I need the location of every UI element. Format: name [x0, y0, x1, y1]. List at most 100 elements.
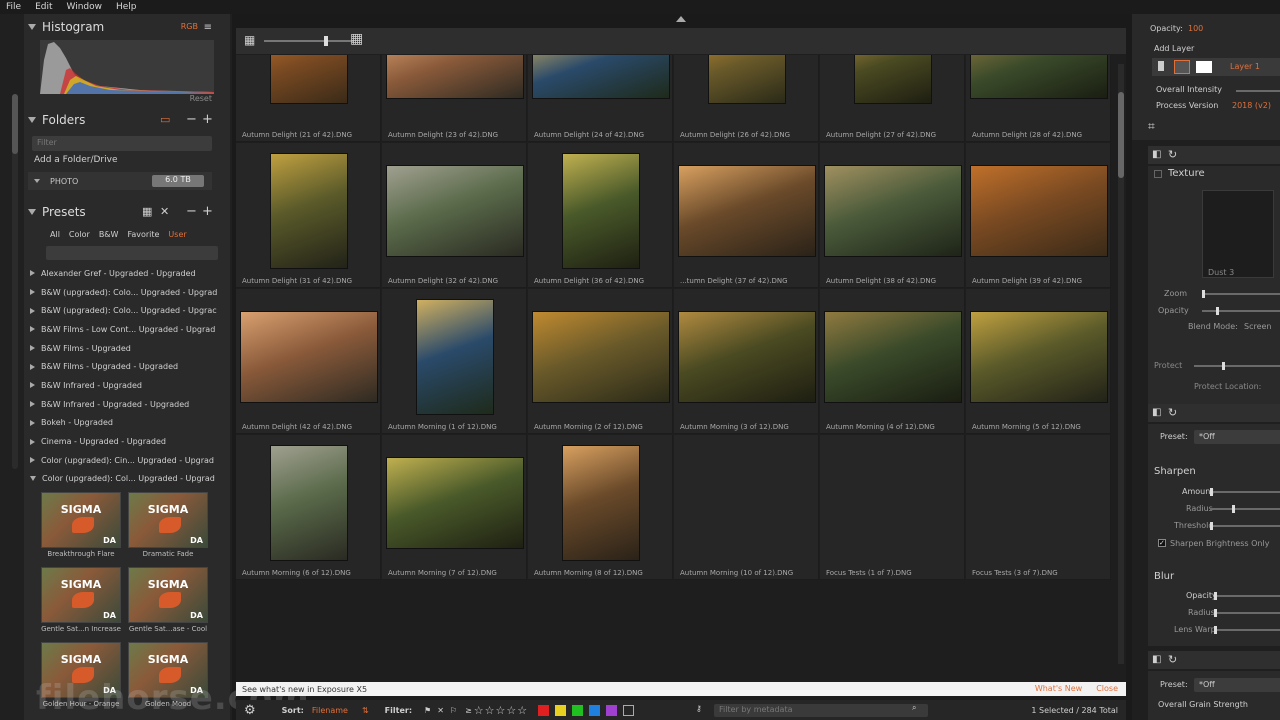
zoom-slider-knob[interactable]	[1202, 290, 1205, 298]
photo-thumbnail[interactable]	[269, 445, 348, 561]
photo-thumbnail[interactable]	[561, 153, 640, 269]
preset-item[interactable]: B&W (upgraded): Colo... Upgraded - Upgra…	[30, 301, 230, 320]
preset-item[interactable]: B&W Infrared - Upgraded	[30, 376, 230, 395]
layer-row[interactable]: Layer 1	[1152, 58, 1280, 76]
amount-slider[interactable]	[1210, 491, 1280, 493]
small-grid-icon[interactable]: ▦	[244, 34, 255, 46]
sort-select[interactable]: Filename	[312, 706, 348, 715]
photo-thumbnail[interactable]	[707, 55, 786, 104]
photo-thumbnail[interactable]	[385, 457, 524, 549]
preset-tab-all[interactable]: All	[50, 230, 60, 239]
layer-mask-thumbnail[interactable]	[1196, 61, 1212, 73]
photo-thumbnail[interactable]	[415, 299, 494, 415]
thumbnail-cell[interactable]: Autumn Delight (31 of 42).DNG	[236, 143, 381, 288]
threshold-slider[interactable]	[1210, 525, 1280, 527]
folders-header[interactable]: Folders	[24, 109, 230, 131]
add-icon[interactable]: +	[202, 113, 213, 126]
thumbnail-cell[interactable]: Autumn Delight (39 of 42).DNG	[966, 143, 1111, 288]
radius-slider[interactable]	[1210, 508, 1280, 510]
gear-icon[interactable]: ⚙	[244, 703, 256, 718]
large-grid-icon[interactable]: ▦	[350, 32, 363, 46]
photo-thumbnail[interactable]	[269, 153, 348, 269]
thumbnail-cell[interactable]: Autumn Morning (7 of 12).DNG	[382, 435, 527, 580]
overall-intensity-slider[interactable]	[1236, 90, 1280, 92]
thumbnail-cell[interactable]: Autumn Delight (28 of 42).DNG	[966, 55, 1111, 142]
photo-thumbnail[interactable]	[531, 311, 670, 403]
photo-thumbnail[interactable]	[823, 165, 962, 257]
blur-radius-slider[interactable]	[1214, 612, 1280, 614]
preset-tab-bw[interactable]: B&W	[99, 230, 119, 239]
collapse-top-arrow-icon[interactable]	[676, 16, 686, 22]
photo-thumbnail[interactable]	[677, 165, 816, 257]
thumbnail-cell[interactable]: Autumn Delight (36 of 42).DNG	[528, 143, 673, 288]
folders-filter-input[interactable]: Filter	[32, 136, 212, 151]
lens-warp-knob[interactable]	[1214, 626, 1217, 634]
blur-opacity-knob[interactable]	[1214, 592, 1217, 600]
photo-thumbnail[interactable]	[561, 445, 640, 561]
drive-row-photo[interactable]: PHOTO 6.0 TB	[28, 172, 212, 190]
grid-view-icon[interactable]: ▦	[142, 206, 152, 218]
thumbnail-cell[interactable]: Autumn Morning (4 of 12).DNG	[820, 289, 965, 434]
shuffle-icon[interactable]: ✕	[160, 206, 169, 218]
texture-opacity-slider[interactable]	[1202, 310, 1280, 312]
preset-item[interactable]: B&W Films - Upgraded - Upgraded	[30, 357, 230, 376]
thumbnail-cell[interactable]: Autumn Delight (38 of 42).DNG	[820, 143, 965, 288]
preset-item[interactable]: B&W Films - Upgraded	[30, 339, 230, 358]
grain-preset-select[interactable]: *Off	[1194, 678, 1280, 692]
photo-thumbnail[interactable]	[385, 165, 524, 257]
zoom-slider[interactable]	[1202, 293, 1280, 295]
thumbnail-cell[interactable]: Autumn Delight (26 of 42).DNG	[674, 55, 819, 142]
thumbnail-cell[interactable]: Focus Tests (3 of 7).DNG	[966, 435, 1111, 580]
metadata-filter-input[interactable]: Filter by metadata	[714, 704, 928, 717]
amount-knob[interactable]	[1210, 488, 1213, 496]
protect-knob[interactable]	[1222, 362, 1225, 370]
lens-warp-slider[interactable]	[1214, 629, 1280, 631]
preset-item[interactable]: B&W (upgraded): Colo... Upgraded - Upgra…	[30, 283, 230, 302]
whats-new-link[interactable]: What's New	[1035, 684, 1082, 693]
preset-item[interactable]: B&W Films - Low Cont... Upgraded - Upgra…	[30, 320, 230, 339]
process-version-select[interactable]: 2018 (v2)	[1232, 101, 1271, 110]
photo-thumbnail[interactable]	[969, 311, 1108, 403]
sort-direction-icon[interactable]: ⇅	[362, 706, 369, 715]
blend-mode-select[interactable]: Screen	[1244, 322, 1272, 331]
crop-icon[interactable]: ⌗	[1148, 120, 1155, 132]
add-folder-link[interactable]: Add a Folder/Drive	[34, 155, 118, 165]
opacity-value[interactable]: 100	[1188, 24, 1203, 33]
color-filter-green[interactable]	[572, 704, 584, 716]
layer-name[interactable]: Layer 1	[1230, 62, 1260, 71]
preset-thumbnail[interactable]: SIGMA DA	[41, 567, 121, 623]
reset-icon[interactable]: ↻	[1168, 149, 1177, 161]
photo-thumbnail[interactable]	[677, 311, 816, 403]
photo-thumbnail[interactable]	[969, 165, 1108, 257]
color-filter-red[interactable]	[538, 704, 550, 716]
preset-thumbnail[interactable]: SIGMA DA	[128, 492, 208, 548]
histogram-reset[interactable]: Reset	[190, 94, 212, 103]
thumbnail-cell[interactable]: Autumn Morning (8 of 12).DNG	[528, 435, 673, 580]
menu-window[interactable]: Window	[67, 2, 103, 12]
histogram-header[interactable]: Histogram	[24, 16, 230, 38]
thumbnail-size-knob[interactable]	[324, 36, 328, 46]
preset-item[interactable]: B&W Infrared - Upgraded - Upgraded	[30, 395, 230, 414]
thumbnail-cell[interactable]: Autumn Morning (10 of 12).DNG	[674, 435, 819, 580]
photo-thumbnail[interactable]	[969, 55, 1108, 99]
thumbnail-size-slider[interactable]	[264, 40, 354, 42]
thumbnail-cell[interactable]: Autumn Delight (27 of 42).DNG	[820, 55, 965, 142]
thumbnail-cell[interactable]: Autumn Morning (6 of 12).DNG	[236, 435, 381, 580]
preset-tab-user[interactable]: User	[168, 230, 186, 239]
thumbnail-cell[interactable]: Autumn Delight (24 of 42).DNG	[528, 55, 673, 142]
protect-slider[interactable]	[1194, 365, 1280, 367]
layer-brush-icon[interactable]	[1174, 60, 1190, 74]
blur-opacity-slider[interactable]	[1214, 595, 1280, 597]
preset-item[interactable]: Cinema - Upgraded - Upgraded	[30, 432, 230, 451]
reset-icon[interactable]: ↻	[1168, 407, 1177, 419]
thumbnail-cell[interactable]: Autumn Delight (21 of 42).DNG	[236, 55, 381, 142]
close-banner-link[interactable]: Close	[1096, 684, 1118, 693]
radius-knob[interactable]	[1232, 505, 1235, 513]
menu-edit[interactable]: Edit	[35, 2, 52, 12]
sharpen-preset-select[interactable]: *Off	[1194, 430, 1280, 444]
photo-thumbnail[interactable]	[823, 311, 962, 403]
visibility-icon[interactable]	[1158, 61, 1164, 71]
photo-thumbnail[interactable]	[531, 55, 670, 99]
color-filter-none[interactable]	[623, 704, 635, 716]
texture-enable-checkbox[interactable]	[1154, 170, 1162, 178]
